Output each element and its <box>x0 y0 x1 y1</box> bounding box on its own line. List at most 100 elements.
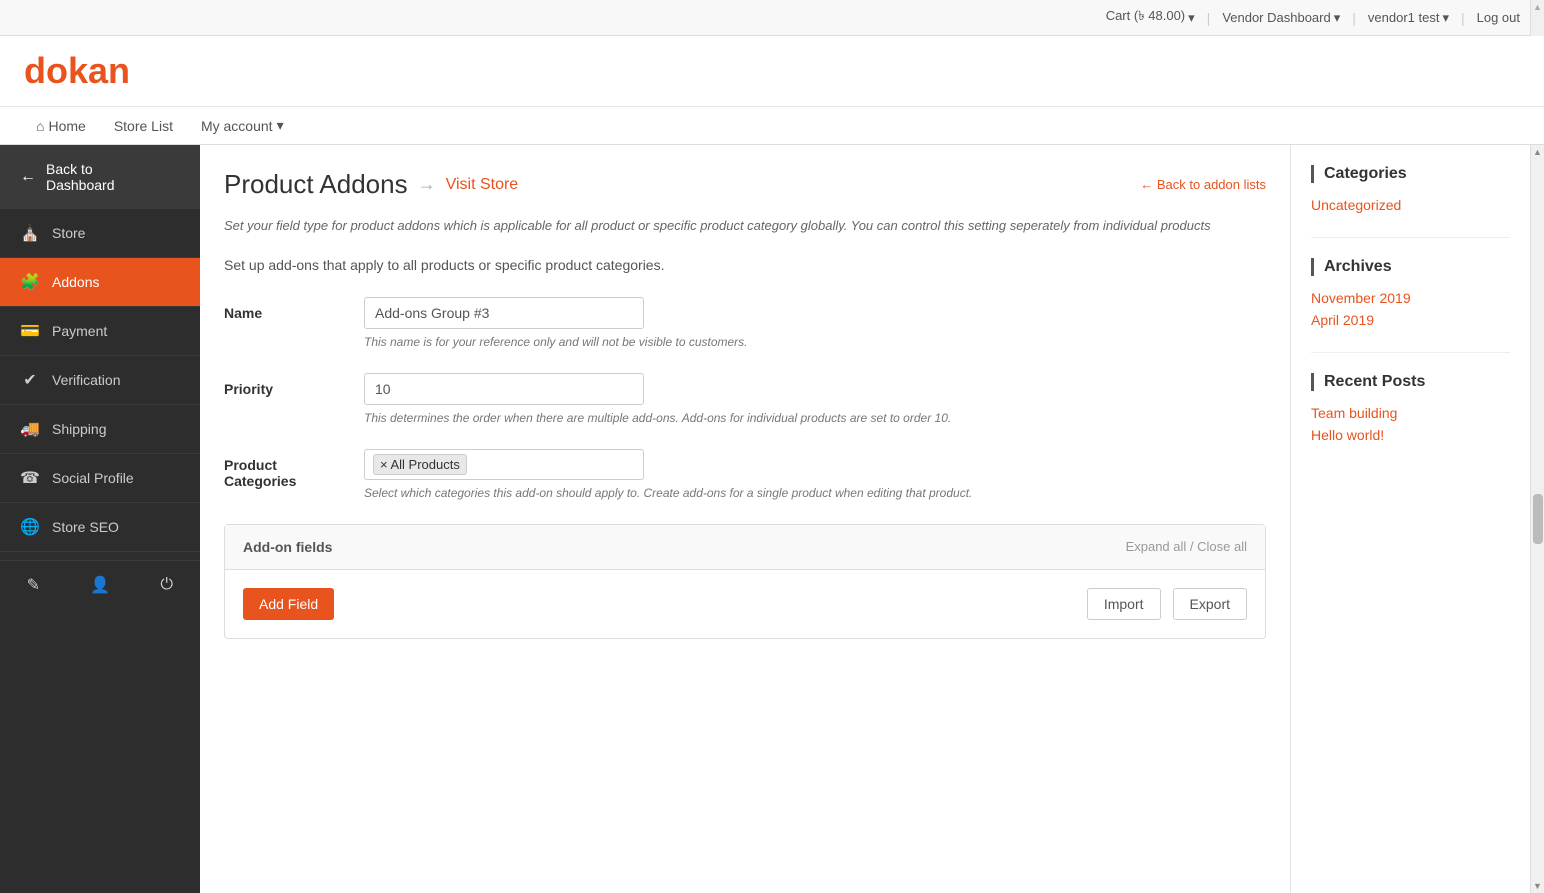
categories-tag-input[interactable]: × All Products <box>364 449 644 480</box>
main-content: Product Addons → Visit Store ← Back to a… <box>200 145 1290 893</box>
page-title: Product Addons <box>224 169 408 200</box>
sidebar-item-back-to-dashboard[interactable]: ← Back toDashboard <box>0 145 200 209</box>
hello-world-link[interactable]: Hello world! <box>1311 427 1510 443</box>
divider-2: | <box>1352 10 1356 26</box>
scrollbar-down-arrow[interactable]: ▼ <box>1533 881 1542 891</box>
back-to-addon-lists-link[interactable]: ← Back to addon lists <box>1140 177 1266 192</box>
logo: dokan <box>24 50 1520 92</box>
name-input[interactable] <box>364 297 644 329</box>
april-2019-link[interactable]: April 2019 <box>1311 312 1510 328</box>
scrollbar-up-arrow[interactable]: ▲ <box>1533 147 1542 157</box>
widget-divider-2 <box>1311 352 1510 353</box>
categories-widget-title: Categories <box>1311 165 1510 183</box>
page-description: Set your field type for product addons w… <box>224 216 1266 237</box>
team-building-link[interactable]: Team building <box>1311 405 1510 421</box>
archives-widget-title: Archives <box>1311 258 1510 276</box>
nav-store-list-label: Store List <box>114 118 173 134</box>
sidebar-bottom: ✎ 👤 ⏻ <box>0 560 200 609</box>
user-dropdown-icon: ▾ <box>1442 10 1449 26</box>
archives-widget: Archives November 2019 April 2019 <box>1311 258 1510 328</box>
categories-hint: Select which categories this add-on shou… <box>364 486 1266 500</box>
social-profile-icon: ☎ <box>20 468 40 488</box>
addon-fields-header: Add-on fields Expand all / Close all <box>225 525 1265 570</box>
logo-d: d <box>24 50 46 91</box>
import-button[interactable]: Import <box>1087 588 1161 620</box>
export-button[interactable]: Export <box>1173 588 1247 620</box>
page-subtext: Set up add-ons that apply to all product… <box>224 257 1266 273</box>
sidebar-social-profile-label: Social Profile <box>52 470 134 486</box>
store-icon: ⛪ <box>20 223 40 243</box>
arrow-decoration: → <box>418 174 436 195</box>
april-2019-label: April 2019 <box>1311 312 1374 328</box>
form-categories-group: ProductCategories × All Products Select … <box>224 449 1266 500</box>
uncategorized-label: Uncategorized <box>1311 197 1401 213</box>
sidebar-store-label: Store <box>52 225 85 241</box>
page-header: Product Addons → Visit Store ← Back to a… <box>224 169 1266 200</box>
addon-fields-title: Add-on fields <box>243 539 332 555</box>
close-all-link[interactable]: Close all <box>1197 539 1247 554</box>
right-sidebar: Categories Uncategorized Archives Novemb… <box>1290 145 1530 893</box>
all-products-tag[interactable]: × All Products <box>373 454 467 475</box>
hello-world-label: Hello world! <box>1311 427 1384 443</box>
sidebar-payment-label: Payment <box>52 323 107 339</box>
visit-store-link[interactable]: Visit Store <box>446 176 519 194</box>
addon-fields-body: Add Field Import Export <box>225 570 1265 638</box>
nav-store-list[interactable]: Store List <box>102 108 185 144</box>
sidebar-item-shipping[interactable]: 🚚 Shipping <box>0 405 200 454</box>
nav-my-account[interactable]: My account ▾ <box>189 107 296 144</box>
user-button[interactable]: vendor1 test ▾ <box>1360 6 1457 30</box>
addon-expand-links: Expand all / Close all <box>1126 539 1247 554</box>
home-icon: ⌂ <box>36 118 44 134</box>
nav-my-account-label: My account <box>201 118 273 134</box>
team-building-label: Team building <box>1311 405 1397 421</box>
verification-icon: ✔ <box>20 370 40 390</box>
november-2019-label: November 2019 <box>1311 290 1411 306</box>
expand-all-link[interactable]: Expand all <box>1126 539 1187 554</box>
logo-rest: okan <box>46 50 130 91</box>
sidebar-edit-icon[interactable]: ✎ <box>0 561 67 609</box>
widget-divider-1 <box>1311 237 1510 238</box>
content-area: Product Addons → Visit Store ← Back to a… <box>200 145 1544 893</box>
addons-icon: 🧩 <box>20 272 40 292</box>
back-arrow-icon: ← <box>20 168 36 186</box>
recent-posts-widget: Recent Posts Team building Hello world! <box>1311 373 1510 443</box>
store-seo-icon: 🌐 <box>20 517 40 537</box>
visit-store-label: Visit Store <box>446 176 519 193</box>
sidebar-item-payment[interactable]: 💳 Payment <box>0 307 200 356</box>
sidebar-verification-label: Verification <box>52 372 120 388</box>
name-hint: This name is for your reference only and… <box>364 335 1266 349</box>
scroll-up-icon[interactable]: ▲ <box>1533 2 1542 12</box>
sidebar-user-icon[interactable]: 👤 <box>67 561 134 609</box>
main-scrollbar: ▲ ▼ <box>1530 145 1544 893</box>
nav-home-label: Home <box>48 118 85 134</box>
priority-field: This determines the order when there are… <box>364 373 1266 425</box>
nav-home[interactable]: ⌂ Home <box>24 108 98 144</box>
sidebar-shipping-label: Shipping <box>52 421 107 437</box>
logout-button[interactable]: Log out <box>1469 6 1528 29</box>
scrollbar-top: ▲ <box>1530 0 1544 36</box>
sidebar-item-social-profile[interactable]: ☎ Social Profile <box>0 454 200 503</box>
logout-label: Log out <box>1477 10 1520 25</box>
sidebar-item-addons[interactable]: 🧩 Addons <box>0 258 200 307</box>
back-to-addon-lists-label: ← Back to addon lists <box>1140 177 1266 192</box>
sidebar-item-verification[interactable]: ✔ Verification <box>0 356 200 405</box>
top-bar: Cart (৳ 48.00) ▾ | Vendor Dashboard ▾ | … <box>0 0 1544 36</box>
product-categories-label: ProductCategories <box>224 449 344 489</box>
sidebar-power-icon[interactable]: ⏻ <box>133 561 200 609</box>
cart-button[interactable]: Cart (৳ 48.00) ▾ <box>1098 3 1203 32</box>
add-field-label: Add Field <box>259 596 318 612</box>
add-field-button[interactable]: Add Field <box>243 588 334 620</box>
main-layout: ← Back toDashboard ⛪ Store 🧩 Addons 💳 Pa… <box>0 145 1544 893</box>
scrollbar-thumb[interactable] <box>1533 494 1543 544</box>
form-name-group: Name This name is for your reference onl… <box>224 297 1266 349</box>
uncategorized-link[interactable]: Uncategorized <box>1311 197 1510 213</box>
sidebar-addons-label: Addons <box>52 274 99 290</box>
vendor-dashboard-button[interactable]: Vendor Dashboard ▾ <box>1214 6 1348 30</box>
sidebar-item-store-seo[interactable]: 🌐 Store SEO <box>0 503 200 552</box>
sidebar-item-store[interactable]: ⛪ Store <box>0 209 200 258</box>
nav: ⌂ Home Store List My account ▾ <box>0 107 1544 145</box>
cart-dropdown-icon: ▾ <box>1188 10 1195 26</box>
priority-input[interactable] <box>364 373 644 405</box>
addon-fields-section: Add-on fields Expand all / Close all Add… <box>224 524 1266 639</box>
november-2019-link[interactable]: November 2019 <box>1311 290 1510 306</box>
